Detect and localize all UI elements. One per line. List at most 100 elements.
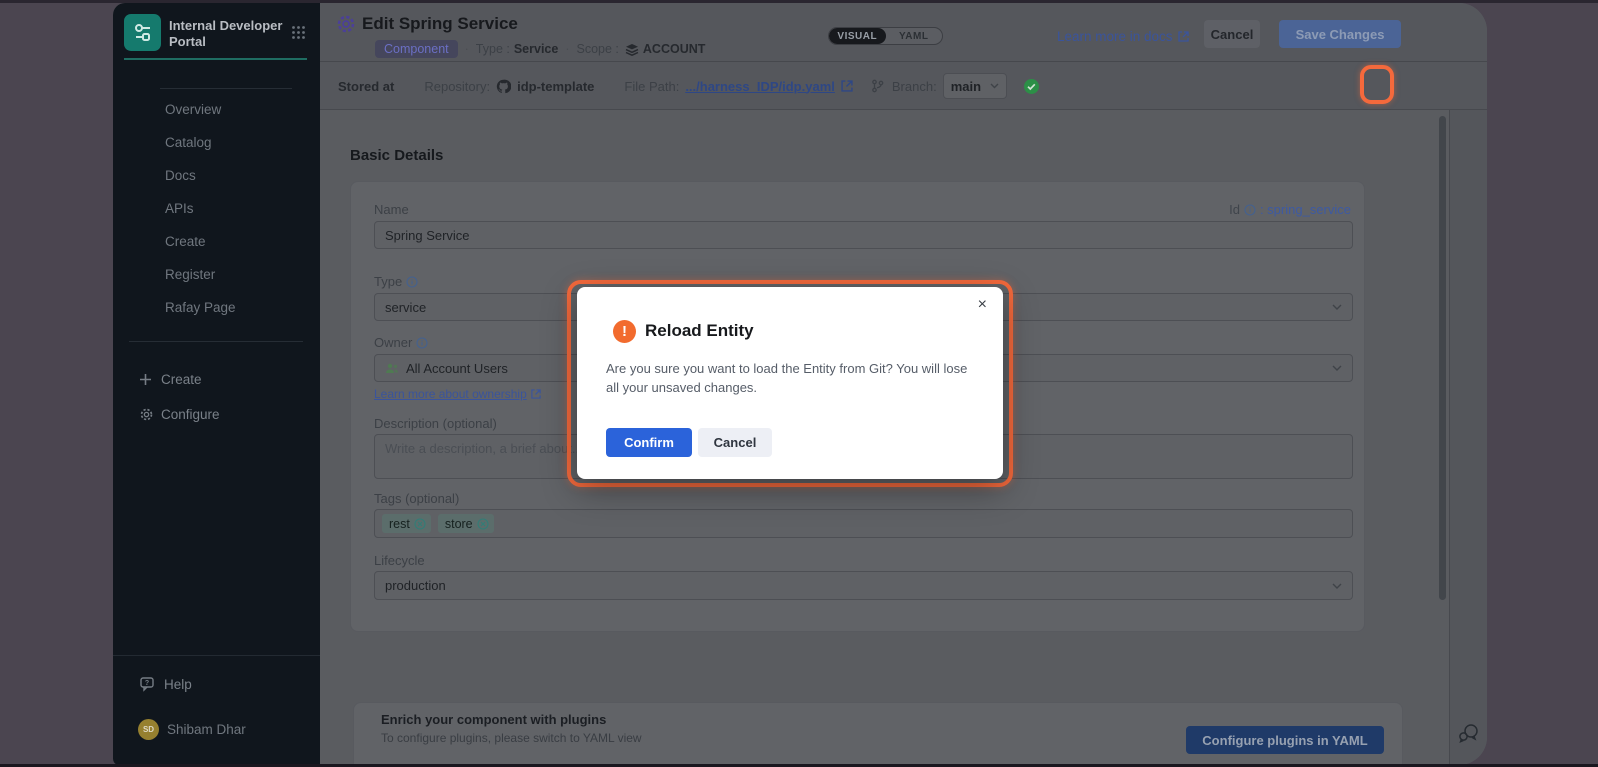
svg-text:?: ?	[145, 680, 149, 687]
repository-value: idp-template	[517, 79, 594, 94]
git-branch-icon	[871, 79, 884, 93]
sidebar-item-docs[interactable]: Docs	[113, 159, 320, 192]
name-input[interactable]	[374, 221, 1353, 249]
screenshot-stage: Internal Developer Portal Overview Catal…	[0, 0, 1598, 767]
idp-logo-icon	[132, 22, 154, 44]
modal-cancel-button[interactable]: Cancel	[698, 428, 772, 457]
learn-more-label: Learn more in docs	[1057, 29, 1173, 44]
chevron-down-icon	[1332, 365, 1342, 371]
tag-chip: store	[438, 514, 494, 533]
learn-more-docs-link[interactable]: Learn more in docs	[1057, 29, 1189, 44]
repository-label: Repository:	[424, 79, 490, 94]
stored-at-label: Stored at	[338, 79, 394, 94]
sidebar-item-rafay-page[interactable]: Rafay Page	[113, 291, 320, 324]
help-button[interactable]: ? Help	[113, 671, 320, 697]
info-icon[interactable]	[1244, 204, 1256, 216]
user-group-icon	[385, 363, 399, 374]
file-path-label: File Path:	[624, 79, 679, 94]
sidebar-divider	[160, 88, 292, 89]
save-changes-button[interactable]: Save Changes	[1279, 20, 1401, 48]
toggle-visual[interactable]: VISUAL	[829, 28, 886, 44]
lifecycle-label: Lifecycle	[374, 553, 425, 568]
github-icon	[496, 79, 511, 94]
avatar: SD	[138, 719, 159, 740]
user-menu[interactable]: SD Shibam Dhar	[113, 715, 320, 743]
sidebar-item-apis[interactable]: APIs	[113, 192, 320, 225]
account-scope-icon	[625, 43, 639, 56]
modal-title: Reload Entity	[645, 321, 754, 341]
type-label: Type	[374, 274, 418, 289]
user-name: Shibam Dhar	[167, 722, 246, 737]
tags-input[interactable]: rest store	[374, 509, 1353, 538]
remove-tag-icon[interactable]	[414, 518, 426, 530]
type-label: Type :	[476, 42, 510, 56]
ownership-link-label: Learn more about ownership	[374, 387, 527, 401]
lifecycle-select[interactable]: production	[374, 571, 1353, 600]
sidebar-create-button[interactable]: Create	[113, 365, 320, 393]
tags-label: Tags (optional)	[374, 491, 459, 506]
page-header: Edit Spring Service Component · Type : S…	[320, 3, 1487, 62]
sidebar-nav: Overview Catalog Docs APIs Create Regist…	[113, 93, 320, 324]
sidebar-item-overview[interactable]: Overview	[113, 93, 320, 126]
description-label: Description (optional)	[374, 416, 497, 431]
section-title: Basic Details	[350, 147, 443, 164]
external-link-icon[interactable]	[841, 80, 853, 92]
remove-tag-icon[interactable]	[477, 518, 489, 530]
info-icon[interactable]	[416, 337, 428, 349]
id-value: : spring_service	[1260, 202, 1351, 217]
info-icon[interactable]	[406, 276, 418, 288]
warning-icon: !	[613, 320, 636, 343]
toggle-yaml[interactable]: YAML	[886, 28, 943, 44]
file-path-link[interactable]: .../harness_IDP/idp.yaml	[685, 79, 835, 94]
branch-select[interactable]: main	[943, 73, 1007, 99]
chevron-down-icon	[1332, 583, 1342, 589]
portal-title: Internal Developer Portal	[169, 18, 294, 50]
sidebar-item-register[interactable]: Register	[113, 258, 320, 291]
entity-id-line: Id : spring_service	[1229, 202, 1351, 217]
portal-logo[interactable]	[124, 14, 161, 51]
feedback-chat-icon[interactable]	[1458, 723, 1480, 743]
sidebar-item-create[interactable]: Create	[113, 225, 320, 258]
type-value: Service	[514, 42, 558, 56]
modal-body-text: Are you sure you want to load the Entity…	[606, 359, 978, 397]
sidebar-item-catalog[interactable]: Catalog	[113, 126, 320, 159]
cancel-button[interactable]: Cancel	[1204, 20, 1260, 48]
sidebar-footer-divider	[113, 655, 320, 656]
external-link-icon	[1178, 31, 1189, 42]
gear-icon	[139, 407, 155, 422]
help-chat-icon: ?	[140, 677, 156, 692]
branch-label: Branch:	[892, 79, 937, 94]
entity-gear-icon	[336, 14, 356, 34]
component-badge: Component	[375, 40, 458, 58]
dot-separator: ·	[465, 42, 469, 56]
scope-label: Scope :	[577, 42, 619, 56]
plus-icon	[139, 373, 155, 386]
branch-value: main	[951, 79, 981, 94]
sidebar-accent-underline	[124, 58, 307, 60]
sidebar-configure-button[interactable]: Configure	[113, 400, 320, 428]
external-link-icon	[531, 389, 541, 399]
plugins-title: Enrich your component with plugins	[381, 712, 606, 727]
owner-value: All Account Users	[406, 361, 508, 376]
app-grid-icon[interactable]	[291, 25, 306, 40]
tag-label: store	[445, 517, 473, 531]
sidebar-configure-label: Configure	[161, 407, 220, 422]
tag-label: rest	[389, 517, 410, 531]
id-label: Id	[1229, 202, 1240, 217]
tag-chip: rest	[382, 514, 431, 533]
sidebar-create-label: Create	[161, 372, 202, 387]
configure-plugins-button[interactable]: Configure plugins in YAML	[1186, 726, 1384, 754]
owner-label: Owner	[374, 335, 428, 350]
vertical-scrollbar[interactable]	[1439, 116, 1446, 600]
chevron-down-icon	[990, 83, 999, 89]
close-icon[interactable]: ×	[978, 297, 987, 313]
lifecycle-value: production	[385, 578, 446, 593]
reload-entity-modal: ! Reload Entity × Are you sure you want …	[577, 287, 1003, 479]
visual-yaml-toggle[interactable]: VISUAL YAML	[828, 27, 943, 45]
confirm-button[interactable]: Confirm	[606, 428, 692, 457]
plugins-card: Enrich your component with plugins To co…	[353, 702, 1403, 765]
help-label: Help	[164, 677, 192, 692]
name-label: Name	[374, 202, 409, 217]
stored-at-bar: Stored at Repository: idp-template File …	[320, 62, 1487, 110]
ownership-docs-link[interactable]: Learn more about ownership	[374, 387, 541, 401]
